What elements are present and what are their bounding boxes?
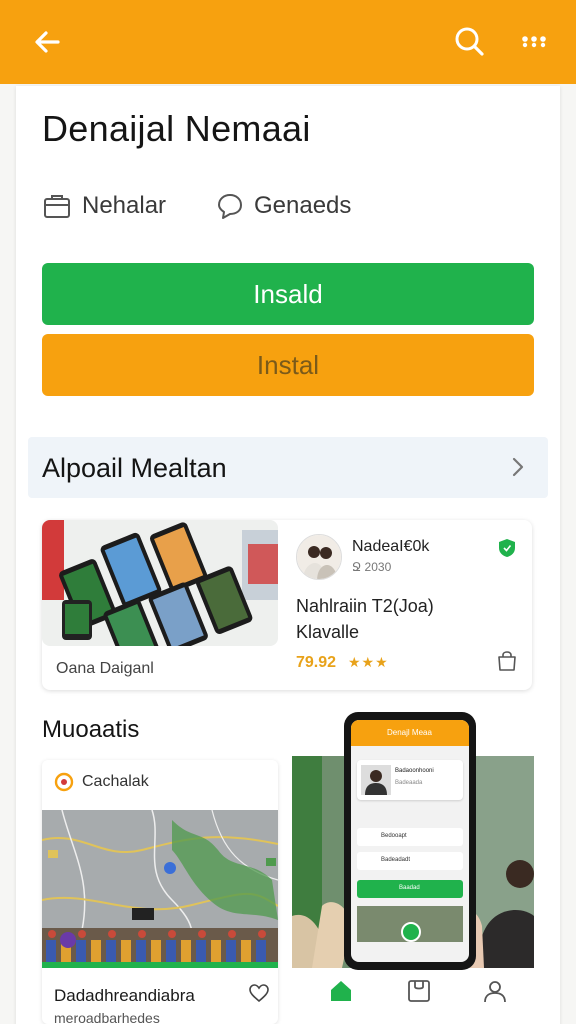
phone-avatar [361, 765, 391, 795]
rating-stars: ★★★ [348, 654, 389, 670]
featured-desc-line-2: Klavalle [296, 622, 360, 642]
location-row: Cachalak [54, 772, 149, 792]
developer-meta[interactable]: Nehalar [42, 188, 166, 224]
category-meta[interactable]: Genaeds [214, 188, 351, 224]
location-badge-icon [54, 772, 74, 792]
search-icon[interactable] [450, 22, 490, 62]
chevron-right-icon [512, 457, 524, 477]
briefcase-icon [44, 195, 70, 218]
section-title: Alpoail Mealtan [42, 453, 227, 483]
store-icon[interactable] [406, 978, 432, 1004]
featured-desc-line-1: Nahlraiin T2(Joa) [296, 596, 434, 616]
heart-icon[interactable] [248, 982, 270, 1004]
phone-row-title: Badaoonhooni [395, 768, 434, 774]
developer-title: NadeaI€0k [352, 538, 430, 555]
phone-profile-row: Badaoonhooni Badeaada [357, 760, 463, 800]
developer-name: Nehalar [82, 192, 167, 219]
phone-list-item-2: Badeadadt [381, 857, 411, 863]
phone-list-item: Badeadadt [357, 852, 463, 870]
developer-avatar [296, 534, 342, 580]
phone-button-label: Baadad [399, 885, 420, 891]
secondary-install-button[interactable]: Instal [42, 334, 534, 396]
install-button[interactable]: Insald [42, 263, 534, 325]
phone-header-title: Denajl Meaa [387, 728, 432, 737]
phone-mockup: Denajl Meaa Badaoonhooni Badeaada Bedooa… [344, 712, 476, 970]
home-icon[interactable] [328, 978, 354, 1004]
tile-subtitle: meroadbarhedes [54, 1010, 160, 1024]
map-thumbnail [42, 809, 278, 969]
app-title: Denaijal Nemaai [42, 108, 311, 149]
tile-title: Dadadhreandiabra [54, 986, 195, 1005]
featured-caption: Oana Daiganl [56, 660, 154, 677]
location-label: Cachalak [82, 773, 149, 790]
phone-fab [401, 922, 421, 942]
featured-artwork [42, 520, 278, 646]
phone-green-button: Baadad [357, 880, 463, 898]
subsection-title: Muoaatis [42, 716, 140, 743]
verified-shield-icon [499, 539, 515, 557]
app-bar [0, 0, 576, 84]
developer-subtitle: Ջ 2030 [352, 560, 392, 574]
profile-icon[interactable] [482, 978, 508, 1004]
chat-bubble-icon [218, 194, 242, 219]
section-header[interactable]: Alpoail Mealtan [28, 437, 548, 498]
location-app-card[interactable]: Cachalak Dadadhreandiabra meroadbarhedes [42, 760, 278, 1024]
category-name: Genaeds [254, 192, 352, 219]
phone-screen: Denajl Meaa Badaoonhooni Badeaada Bedooa… [351, 720, 469, 962]
rating-value: 79.92 [296, 654, 337, 671]
featured-app-card[interactable]: Oana Daiganl NadeaI€0k Ջ 2030 Nahlraiin … [42, 520, 532, 690]
phone-list-item: Bedooapt [357, 828, 463, 846]
arrow-left-icon[interactable] [28, 22, 68, 62]
phone-list-item-1: Bedooapt [381, 833, 407, 839]
shopping-bag-icon[interactable] [496, 650, 518, 672]
phone-row-sub: Badeaada [395, 780, 423, 786]
phone-header: Denajl Meaa [351, 720, 469, 746]
more-dots-icon[interactable] [514, 22, 554, 62]
